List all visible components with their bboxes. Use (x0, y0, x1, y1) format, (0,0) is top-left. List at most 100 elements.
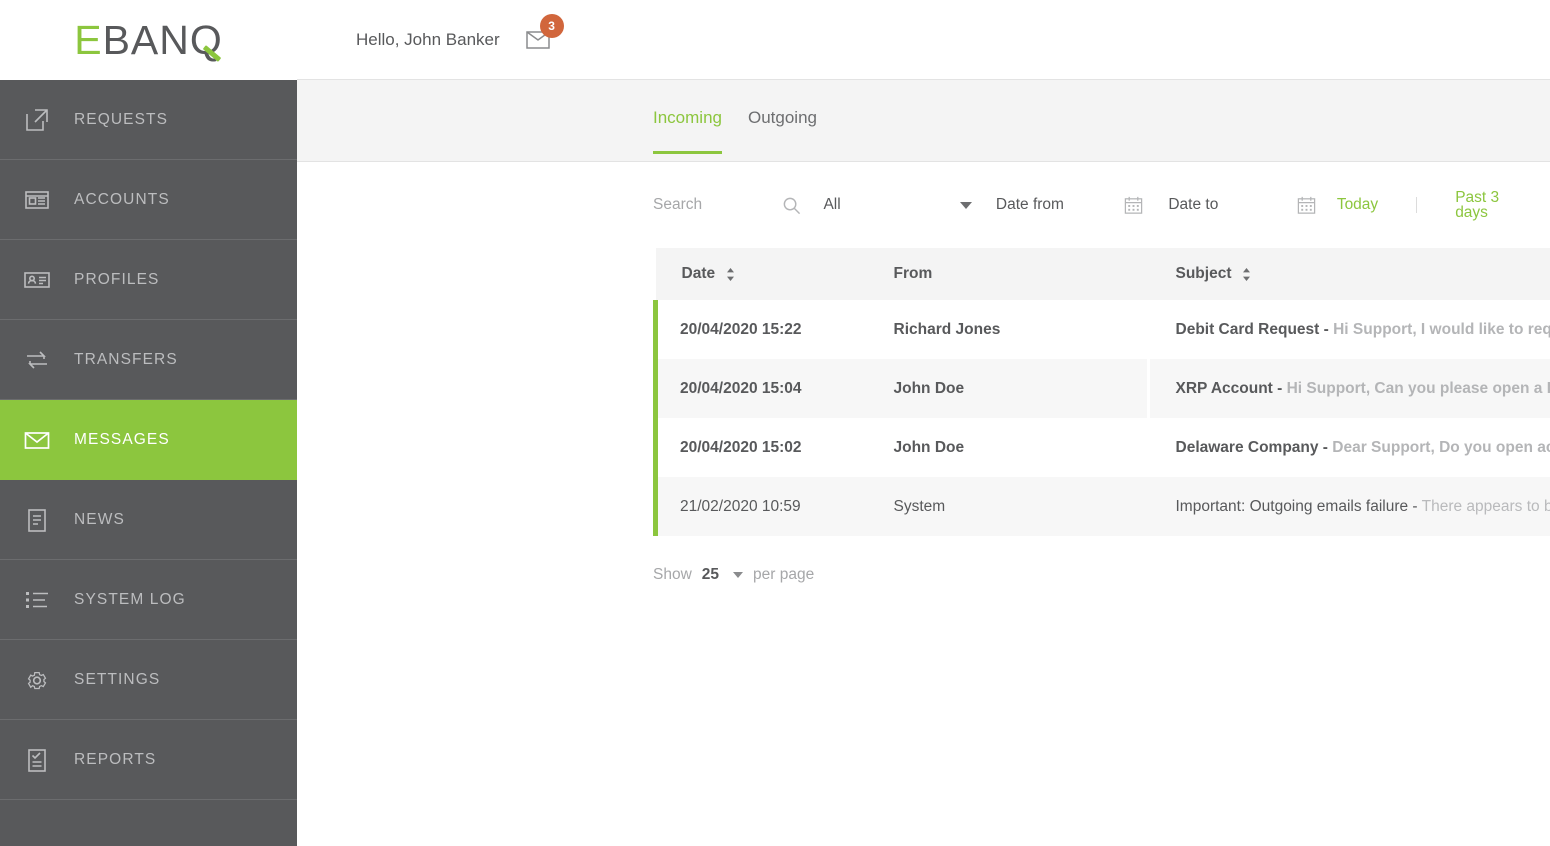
report-icon (20, 743, 54, 777)
logo-text: EBANQ (74, 17, 223, 64)
gear-icon (20, 663, 54, 697)
cell-subject: Important: Outgoing emails failure - The… (1150, 477, 1550, 536)
chevron-down-icon (733, 572, 744, 578)
subject-title: Important: Outgoing emails failure - (1175, 497, 1422, 515)
date-to-field[interactable]: Date to (1168, 195, 1316, 216)
sidebar: EBANQ REQUESTS ACCOUNTS PROFILES TRANSFE… (0, 0, 297, 846)
unread-badge: 3 (539, 13, 564, 38)
sidebar-item-label: REQUESTS (74, 110, 169, 128)
pagination-per-page-label: per page (753, 566, 815, 583)
sidebar-item-accounts[interactable]: ACCOUNTS (0, 160, 297, 240)
app-root: EBANQ REQUESTS ACCOUNTS PROFILES TRANSFE… (0, 0, 1550, 846)
type-filter-select[interactable]: All (823, 196, 972, 214)
brand-logo[interactable]: EBANQ (0, 0, 297, 80)
calendar-icon (1125, 196, 1143, 214)
search-icon (784, 197, 801, 214)
subject-preview: Hi Support, Can you please open a Ripple… (1286, 379, 1550, 397)
date-to-label: Date to (1168, 196, 1219, 213)
tab-incoming[interactable]: Incoming (653, 108, 722, 154)
table-row[interactable]: 21/02/2020 10:59 System Important: Outgo… (653, 477, 1550, 536)
column-header-date[interactable]: Date (655, 248, 868, 300)
tab-outgoing[interactable]: Outgoing (748, 108, 817, 154)
chevron-down-icon (959, 201, 972, 209)
news-icon (20, 503, 54, 537)
sidebar-item-profiles[interactable]: PROFILES (0, 240, 297, 320)
column-header-from: From (867, 248, 1150, 300)
cell-subject: Delaware Company - Dear Support, Do you … (1150, 418, 1550, 477)
sort-icon (727, 267, 735, 281)
type-filter-value: All (823, 196, 841, 213)
sidebar-item-settings[interactable]: SETTINGS (0, 640, 297, 720)
column-header-subject[interactable]: Subject (1149, 248, 1550, 300)
subject-title: Delaware Company - (1175, 438, 1333, 456)
per-page-select[interactable]: 25 (701, 566, 744, 584)
top-bar: Hello, John Banker 3 Log Out (297, 0, 1550, 80)
subject-preview: Dear Support, Do you open accounts for D… (1332, 438, 1550, 456)
pagination-bar: Show 25 per page (653, 536, 1550, 614)
table-row[interactable]: 20/04/2020 15:04 John Doe XRP Account - … (653, 359, 1550, 418)
sidebar-item-label: TRANSFERS (74, 350, 178, 368)
list-icon (20, 583, 54, 617)
logo-letter-e: E (74, 16, 103, 63)
cell-from: System (893, 497, 946, 515)
external-link-icon (20, 103, 54, 137)
tab-list: Incoming Outgoing (653, 108, 817, 154)
sidebar-item-label: NEWS (74, 510, 125, 528)
cell-subject: XRP Account - Hi Support, Can you please… (1150, 359, 1550, 418)
cell-date: 20/04/2020 15:02 (653, 418, 868, 477)
sidebar-item-messages[interactable]: MESSAGES (0, 400, 297, 480)
account-card-icon (20, 183, 54, 217)
table-head: Date From Subject (655, 248, 1550, 300)
sidebar-item-reports[interactable]: REPORTS (0, 720, 297, 800)
cell-from: John Doe (893, 379, 965, 397)
tab-bar: Incoming Outgoing New Message (297, 80, 1550, 162)
subject-preview: Hi Support, I would like to request one … (1333, 320, 1550, 338)
sidebar-item-label: SETTINGS (74, 670, 161, 688)
quick-filter-past-3-days[interactable]: Past 3 days (1417, 189, 1550, 221)
cell-from: Richard Jones (893, 320, 1001, 338)
cell-date: 20/04/2020 15:04 (653, 359, 868, 418)
sidebar-item-requests[interactable]: REQUESTS (0, 80, 297, 160)
column-header-subject-label: Subject (1175, 265, 1232, 282)
sidebar-item-label: PROFILES (74, 270, 160, 288)
sidebar-nav: REQUESTS ACCOUNTS PROFILES TRANSFERS MES… (0, 80, 297, 846)
exchange-icon (20, 343, 54, 377)
table-header-row: Date From Subject (655, 248, 1550, 300)
subject-title: XRP Account - (1175, 379, 1287, 397)
quick-filter-today[interactable]: Today (1317, 197, 1418, 213)
cell-subject: Debit Card Request - Hi Support, I would… (1150, 300, 1550, 359)
table-row[interactable]: 20/04/2020 15:22 Richard Jones Debit Car… (653, 300, 1550, 359)
search-field[interactable] (653, 196, 801, 215)
sidebar-item-label: REPORTS (74, 750, 157, 768)
column-header-from-label: From (893, 265, 933, 282)
cell-date: 21/02/2020 10:59 (653, 477, 868, 536)
quick-filters: Today Past 3 days This week Unread (1317, 189, 1550, 221)
sidebar-item-label: ACCOUNTS (74, 190, 170, 208)
sidebar-item-transfers[interactable]: TRANSFERS (0, 320, 297, 400)
id-card-icon (20, 263, 54, 297)
sidebar-item-label: MESSAGES (74, 430, 170, 448)
greeting-text: Hello, John Banker (356, 29, 500, 49)
sidebar-item-news[interactable]: NEWS (0, 480, 297, 560)
subject-title: Debit Card Request - (1175, 320, 1334, 338)
envelope-icon (20, 423, 54, 457)
table-body: 20/04/2020 15:22 Richard Jones Debit Car… (653, 300, 1550, 536)
inbox-icon-button[interactable]: 3 (525, 13, 564, 55)
sidebar-item-system-log[interactable]: SYSTEM LOG (0, 560, 297, 640)
calendar-icon (1297, 196, 1316, 214)
subject-preview: There appears to be a problem with the s… (1421, 497, 1550, 515)
date-from-field[interactable]: Date from (996, 195, 1144, 216)
pagination-show-label: Show (653, 566, 692, 583)
per-page-value: 25 (701, 566, 720, 583)
main-area: Hello, John Banker 3 Log Out Incoming Ou… (297, 0, 1550, 846)
sort-icon (1243, 267, 1251, 281)
cell-from: John Doe (893, 438, 965, 456)
content-area: All Date from (297, 162, 1550, 846)
date-from-label: Date from (995, 196, 1064, 213)
cell-date: 20/04/2020 15:22 (653, 300, 868, 359)
search-input[interactable] (653, 196, 773, 214)
table-row[interactable]: 20/04/2020 15:02 John Doe Delaware Compa… (653, 418, 1550, 477)
messages-table: Date From Subject 20/04/2020 15:22 Richa… (653, 248, 1550, 536)
column-header-date-label: Date (681, 265, 716, 282)
filter-bar: All Date from (653, 162, 1550, 248)
